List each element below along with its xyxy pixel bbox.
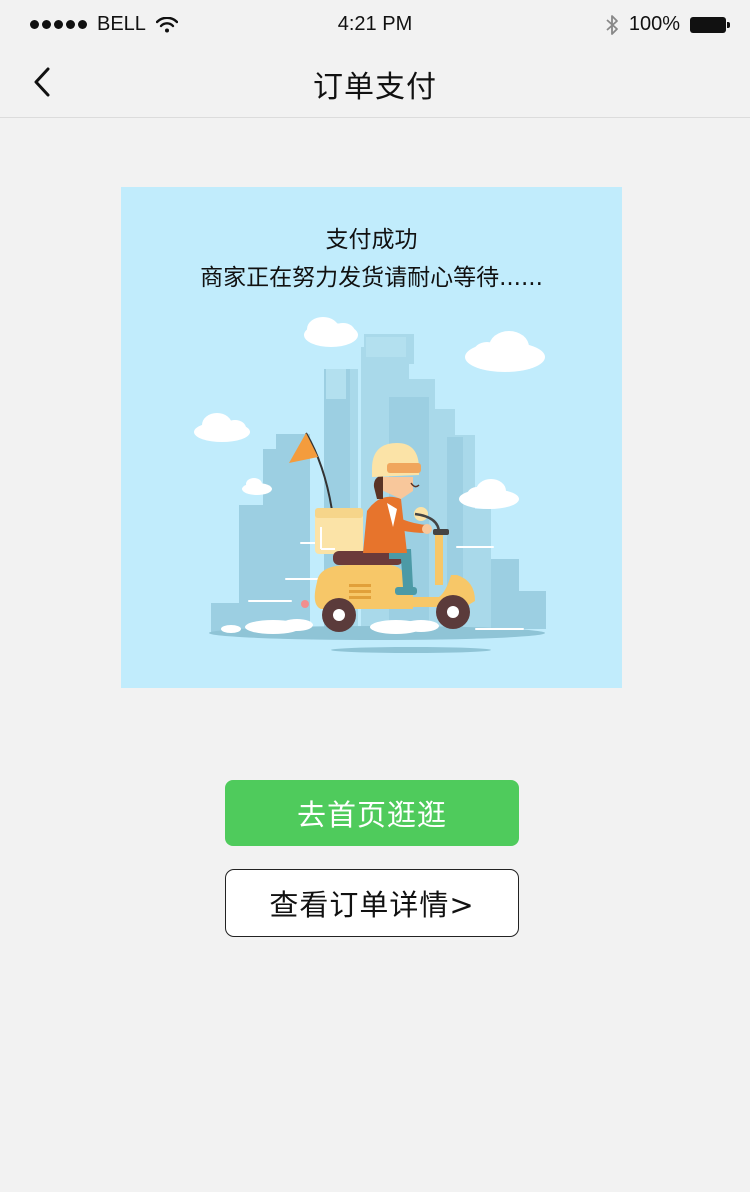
battery-percent: 100% <box>628 13 680 35</box>
success-title: 支付成功 <box>325 227 418 253</box>
page-title: 订单支付 <box>313 70 437 105</box>
success-message: 商家正在努力发货请耐心等待...... <box>200 265 543 291</box>
bluetooth-icon <box>606 14 618 35</box>
battery-icon <box>690 16 730 33</box>
status-bar: BELL 4:21 PM 100% <box>0 0 750 48</box>
payment-success-card: 支付成功 商家正在努力发货请耐心等待...... <box>121 187 622 688</box>
go-home-button[interactable]: 去首页逛逛 <box>225 780 519 846</box>
nav-bar: 订单支付 <box>0 48 750 118</box>
view-order-details-button[interactable]: 查看订单详情> <box>225 869 519 937</box>
status-bar-right: 100% <box>605 13 730 36</box>
